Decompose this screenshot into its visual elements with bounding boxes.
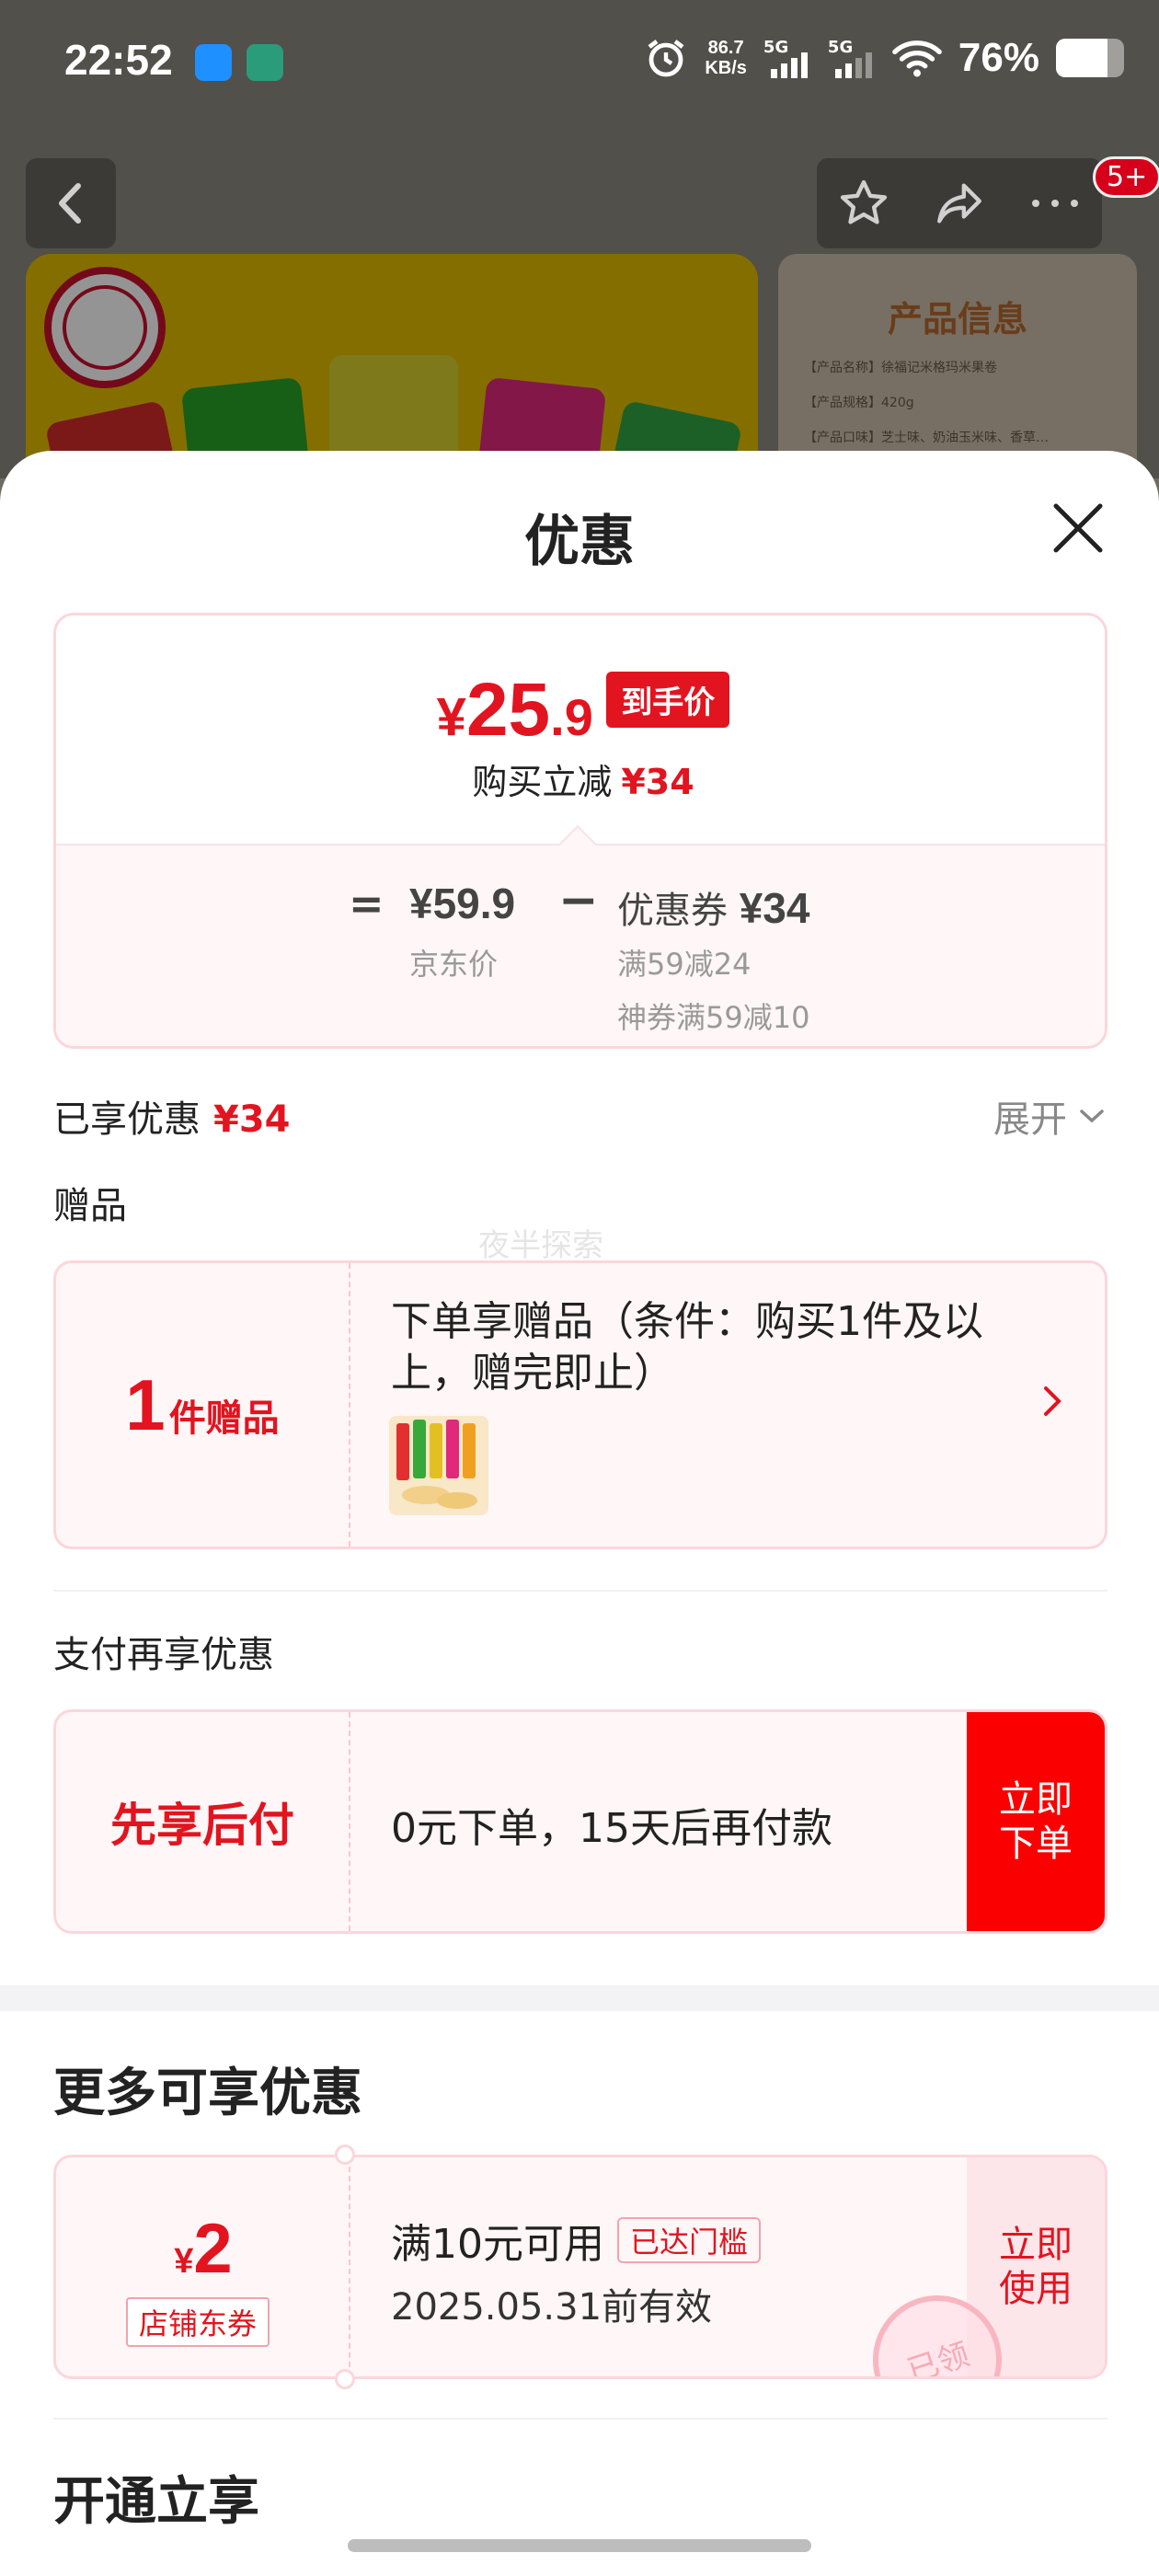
price-symbol: ¥ xyxy=(436,687,466,747)
jd-price: ¥59.9 xyxy=(409,880,516,927)
alarm-icon xyxy=(648,40,684,77)
expand-label: 展开 xyxy=(993,1098,1067,1141)
section-divider xyxy=(53,2418,1107,2420)
coupon-amount-value: 2 xyxy=(193,2210,233,2288)
pay-later-label: 先享后付 xyxy=(56,1712,350,1931)
coupon-total: 优惠券 ¥34 xyxy=(617,880,809,934)
back-button[interactable] xyxy=(26,158,116,248)
avatar-app-icon xyxy=(247,44,283,81)
discount-sheet: 优惠 ¥25.9 到手价 购买立减 ¥34 = ¥59.9 京东价 − 优惠券 ¥… xyxy=(0,451,1159,2576)
equals-sign: = xyxy=(349,879,384,928)
gift-thumbnail xyxy=(389,1416,488,1515)
gift-count-unit: 件赠品 xyxy=(168,1397,280,1440)
jd-price-label: 京东价 xyxy=(409,947,499,982)
net-speed-value: 86.7 xyxy=(707,38,744,58)
gift-card[interactable]: 1 件赠品 下单享赠品（条件：购买1件及以上，赠完即止） xyxy=(53,1260,1107,1549)
gift-condition-text: 下单享赠品（条件：购买1件及以上，赠完即止） xyxy=(391,1298,983,1397)
threshold-reached-badge: 已达门槛 xyxy=(617,2217,762,2263)
coupon-value-section: ¥2 店铺东券 xyxy=(56,2157,350,2376)
coupon-condition: 满59减24 xyxy=(617,947,752,982)
watermark: 夜半探索 xyxy=(478,1227,603,1264)
signal-5g-1: 5G xyxy=(763,38,811,78)
coupon-condition-text: 满10元可用 xyxy=(391,2221,604,2268)
pay-later-card: 先享后付 0元下单，15天后再付款 立即下单 xyxy=(53,1709,1107,1934)
coupon-condition: 神券满59减10 xyxy=(617,1000,810,1035)
section-divider xyxy=(53,1590,1107,1592)
message-count-badge: 5+ xyxy=(1093,156,1159,198)
signal-bars-icon xyxy=(770,52,808,78)
status-bar: 22:52 86.7 KB/s 5G 5G 76% xyxy=(0,0,1159,120)
net-speed: 86.7 KB/s xyxy=(705,38,747,78)
order-now-button[interactable]: 立即下单 xyxy=(967,1712,1105,1931)
status-time: 22:52 xyxy=(64,36,173,84)
reduction-label: 购买立减 xyxy=(472,762,613,802)
section-separator xyxy=(0,1985,1159,2011)
enjoyed-value: ¥34 xyxy=(213,1098,291,1141)
instant-reduction: 购买立减 ¥34 xyxy=(56,753,1105,804)
shop-coupon-card: ¥2 店铺东券 满10元可用 已达门槛 2025.05.31前有效 立即使用 已领 xyxy=(53,2155,1107,2379)
top-actions-group xyxy=(817,158,1102,248)
membership-title: 开通立享 xyxy=(53,2472,259,2532)
reduction-value: ¥34 xyxy=(621,762,694,802)
share-icon[interactable] xyxy=(931,177,988,230)
signal-bars-icon xyxy=(834,52,872,78)
price-decimal: .9 xyxy=(550,688,593,746)
coupon-amount: ¥2 xyxy=(56,2209,350,2289)
price-integer: 25 xyxy=(465,668,551,752)
battery-icon xyxy=(1056,39,1124,77)
price-formula: = ¥59.9 京东价 − 优惠券 ¥34 满59减24 神券满59减10 xyxy=(56,824,1105,1046)
net-speed-unit: KB/s xyxy=(705,58,747,78)
chevron-down-icon xyxy=(1080,1110,1104,1123)
expand-button[interactable]: 展开 xyxy=(993,1089,1106,1143)
enjoyed-label: 已享优惠 xyxy=(53,1098,201,1141)
phone-app-icon xyxy=(195,44,232,81)
gift-section-label: 赠品 xyxy=(53,1185,127,1227)
chevron-left-icon xyxy=(59,183,81,224)
status-icons: 86.7 KB/s 5G 5G 76% xyxy=(644,35,1124,81)
pay-section-label: 支付再享优惠 xyxy=(53,1634,274,1676)
coupon-value: ¥34 xyxy=(739,884,810,932)
signal-5g-2: 5G xyxy=(828,38,876,78)
close-icon[interactable] xyxy=(1049,499,1107,558)
price-breakdown-card: ¥25.9 到手价 购买立减 ¥34 = ¥59.9 京东价 − 优惠券 ¥34 … xyxy=(53,613,1107,1049)
more-icon[interactable] xyxy=(1028,194,1082,213)
enjoyed-discount: 已享优惠 ¥34 xyxy=(53,1089,291,1143)
chevron-right-icon xyxy=(1044,1386,1061,1416)
battery-percent: 76% xyxy=(958,35,1039,80)
gift-count: 1 件赠品 xyxy=(56,1263,350,1547)
wifi-icon xyxy=(892,40,942,77)
coupon-amount-symbol: ¥ xyxy=(174,2242,194,2281)
sheet-title: 优惠 xyxy=(524,510,635,574)
more-discounts-title: 更多可享优惠 xyxy=(53,2064,362,2123)
coupon-label: 优惠券 xyxy=(617,890,728,932)
home-indicator[interactable] xyxy=(348,2539,811,2552)
pay-later-text: 0元下单，15天后再付款 xyxy=(391,1805,832,1852)
star-icon[interactable] xyxy=(837,177,890,230)
gift-count-number: 1 xyxy=(125,1363,166,1445)
final-price: ¥25.9 到手价 xyxy=(56,667,1105,753)
final-price-tag: 到手价 xyxy=(606,672,730,728)
coupon-condition: 满10元可用 已达门槛 xyxy=(391,2211,762,2270)
coupon-cutout xyxy=(335,2369,355,2389)
minus-sign: − xyxy=(558,873,599,928)
coupon-validity: 2025.05.31前有效 xyxy=(391,2286,713,2329)
coupon-type-badge: 店铺东券 xyxy=(126,2297,270,2347)
coupon-cutout xyxy=(335,2145,355,2165)
